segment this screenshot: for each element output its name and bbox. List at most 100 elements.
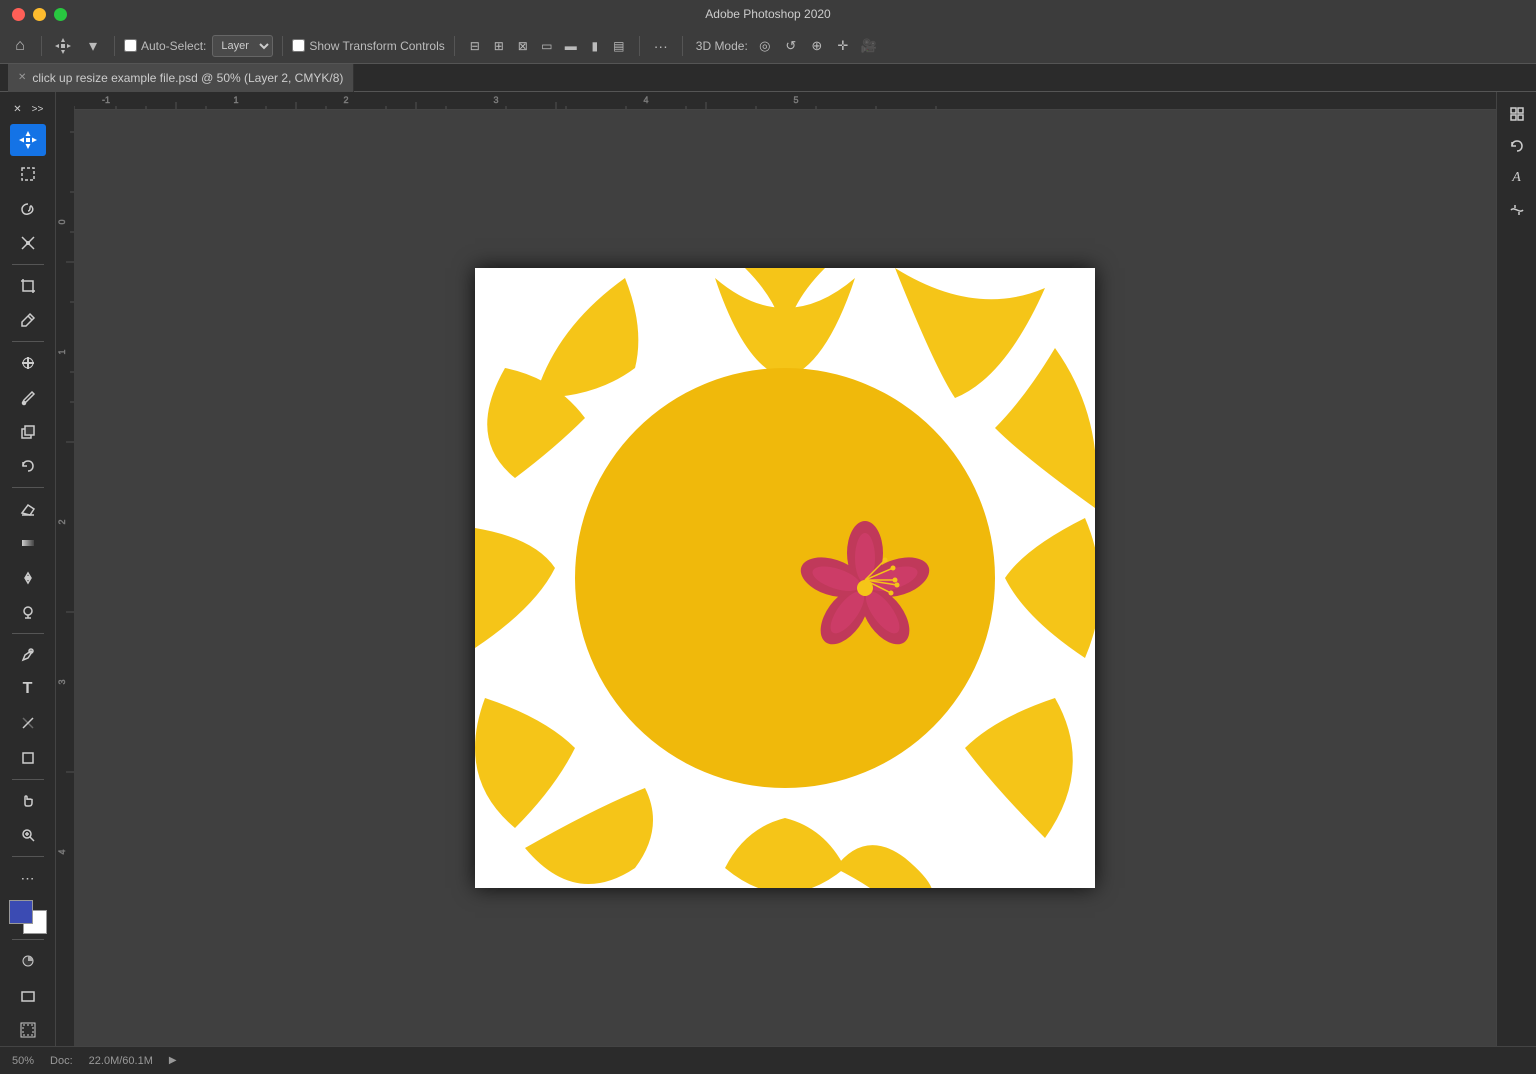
document-canvas[interactable] <box>74 110 1496 1046</box>
zoom-level: 50% <box>12 1055 34 1067</box>
gradient-tool-btn[interactable] <box>10 527 46 559</box>
pen-tool-btn[interactable] <box>10 639 46 671</box>
lasso-tool-btn[interactable] <box>10 192 46 224</box>
window-controls <box>12 8 67 21</box>
auto-select-label: Auto-Select: <box>141 39 206 53</box>
3d-mode-icons: ◎ ↺ ⊕ ✛ 🎥 <box>754 35 880 57</box>
show-transform-label: Show Transform Controls <box>309 39 444 53</box>
layer-select[interactable]: Layer Group <box>212 35 273 57</box>
tool-sep-1 <box>12 264 44 265</box>
tab-close-btn[interactable]: ✕ <box>18 72 26 83</box>
3d-scale-btn[interactable]: 🎥 <box>858 35 880 57</box>
svg-text:1: 1 <box>233 95 238 105</box>
history-panel-btn[interactable] <box>1503 132 1531 160</box>
document-tab[interactable]: ✕ click up resize example file.psd @ 50%… <box>8 64 354 92</box>
auto-select-checkbox[interactable] <box>124 39 137 52</box>
brush-tool-btn[interactable] <box>10 381 46 413</box>
magic-wand-tool-btn[interactable] <box>10 227 46 259</box>
title-bar: Adobe Photoshop 2020 <box>0 0 1536 28</box>
tool-sep-2 <box>12 341 44 342</box>
svg-text:2: 2 <box>57 519 67 524</box>
tool-sep-5 <box>12 779 44 780</box>
path-select-btn[interactable] <box>10 707 46 739</box>
ruler-top: -1 1 2 3 4 5 <box>56 92 1496 110</box>
canvas-content[interactable] <box>475 268 1095 888</box>
tab-bar: ✕ click up resize example file.psd @ 50%… <box>0 64 1536 92</box>
properties-btn[interactable] <box>1503 100 1531 128</box>
distribute-btn[interactable]: ▤ <box>608 35 630 57</box>
screen-mode-btn[interactable] <box>10 979 46 1011</box>
separator2 <box>114 36 115 56</box>
tool-sep-3 <box>12 487 44 488</box>
blur-tool-btn[interactable] <box>10 561 46 593</box>
align-left-btn[interactable]: ▭ <box>536 35 558 57</box>
separator <box>41 36 42 56</box>
align-buttons: ⊟ ⊞ ⊠ ▭ ▬ ▮ ▤ <box>464 35 630 57</box>
tool-sep-4 <box>12 633 44 634</box>
panel-close-btn[interactable]: ✕ <box>9 100 27 118</box>
zoom-tool-btn[interactable] <box>10 819 46 851</box>
align-bottom-btn[interactable]: ⊠ <box>512 35 534 57</box>
svg-text:1: 1 <box>57 349 67 354</box>
typography-btn[interactable]: A <box>1503 164 1531 192</box>
move-tool-btn[interactable] <box>10 124 46 156</box>
align-top-btn[interactable]: ⊟ <box>464 35 486 57</box>
quick-mask-btn[interactable] <box>10 945 46 977</box>
maximize-button[interactable] <box>54 8 67 21</box>
main-area: ✕ >> <box>0 92 1536 1046</box>
status-arrow[interactable]: ▶ <box>169 1055 177 1066</box>
left-toolbar: ✕ >> <box>0 92 56 1046</box>
svg-text:0: 0 <box>57 219 67 224</box>
color-swatches[interactable] <box>9 900 47 934</box>
hand-tool-btn[interactable] <box>10 785 46 817</box>
svg-text:4: 4 <box>57 849 67 854</box>
svg-text:3: 3 <box>493 95 498 105</box>
app-title: Adobe Photoshop 2020 <box>705 7 830 21</box>
3d-slide-btn[interactable]: ✛ <box>832 35 854 57</box>
adjustments-btn[interactable] <box>1503 196 1531 224</box>
align-hcenter-btn[interactable]: ▬ <box>560 35 582 57</box>
doc-size: 22.0M/60.1M <box>89 1055 153 1067</box>
doc-label: Doc: <box>50 1055 73 1067</box>
show-transform-wrap: Show Transform Controls <box>292 39 444 53</box>
clone-tool-btn[interactable] <box>10 416 46 448</box>
more-options-button[interactable]: ··· <box>649 34 673 58</box>
svg-text:2: 2 <box>343 95 348 105</box>
extras-btn[interactable]: ⋯ <box>10 862 46 894</box>
close-button[interactable] <box>12 8 25 21</box>
3d-pan-btn[interactable]: ⊕ <box>806 35 828 57</box>
options-bar: ⌂ ▾ Auto-Select: Layer Group Show Transf… <box>0 28 1536 64</box>
move-tool-arrow-icon[interactable]: ▾ <box>81 34 105 58</box>
artwork-svg <box>475 268 1095 888</box>
heal-tool-btn[interactable] <box>10 347 46 379</box>
3d-roll-btn[interactable]: ↺ <box>780 35 802 57</box>
home-icon[interactable]: ⌂ <box>8 34 32 58</box>
right-panel: A <box>1496 92 1536 1046</box>
align-right-btn[interactable]: ▮ <box>584 35 606 57</box>
panel-expand-btn[interactable]: >> <box>29 100 47 118</box>
show-transform-checkbox[interactable] <box>292 39 305 52</box>
crop-tool-btn[interactable] <box>10 270 46 302</box>
ruler-left: 0 1 2 3 4 <box>56 92 74 1046</box>
3d-rotate-btn[interactable]: ◎ <box>754 35 776 57</box>
dodge-tool-btn[interactable] <box>10 596 46 628</box>
type-tool-btn[interactable]: T <box>10 673 46 705</box>
eyedropper-tool-btn[interactable] <box>10 304 46 336</box>
tool-sep-7 <box>12 939 44 940</box>
foreground-color[interactable] <box>9 900 33 924</box>
artboard-btn[interactable] <box>10 1014 46 1046</box>
align-vcenter-btn[interactable]: ⊞ <box>488 35 510 57</box>
rect-select-tool-btn[interactable] <box>10 158 46 190</box>
tab-title: click up resize example file.psd @ 50% (… <box>32 71 343 85</box>
shape-tool-btn[interactable] <box>10 742 46 774</box>
history-brush-btn[interactable] <box>10 450 46 482</box>
tool-sep-6 <box>12 856 44 857</box>
move-tool-options-icon[interactable] <box>51 34 75 58</box>
canvas-area[interactable]: -1 1 2 3 4 5 <box>56 92 1496 1046</box>
minimize-button[interactable] <box>33 8 46 21</box>
3d-mode-label: 3D Mode: <box>696 39 748 53</box>
eraser-tool-btn[interactable] <box>10 493 46 525</box>
auto-select-wrap: Auto-Select: <box>124 39 206 53</box>
svg-text:5: 5 <box>793 95 798 105</box>
status-bar: 50% Doc: 22.0M/60.1M ▶ <box>0 1046 1536 1074</box>
